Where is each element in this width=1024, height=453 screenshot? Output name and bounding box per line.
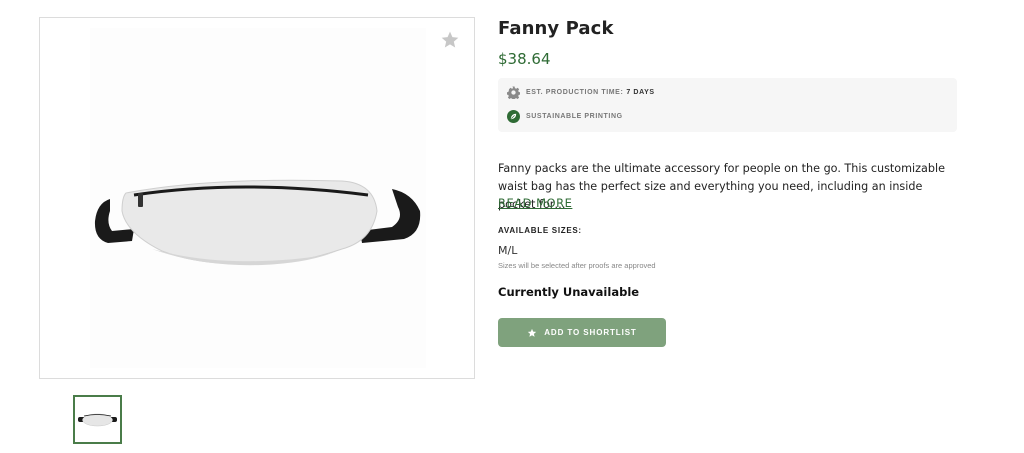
product-thumbnail[interactable]	[73, 395, 122, 444]
sustainable-printing-row: SUSTAINABLE PRINTING	[507, 109, 623, 123]
add-to-shortlist-label: ADD TO SHORTLIST	[544, 328, 637, 337]
production-time-label: EST. PRODUCTION TIME:	[526, 88, 624, 96]
product-title: Fanny Pack	[498, 18, 614, 39]
product-price: $38.64	[498, 50, 551, 68]
gear-icon	[507, 86, 520, 99]
production-time-value: 7 DAYS	[626, 88, 655, 96]
sustainable-printing-label: SUSTAINABLE PRINTING	[526, 112, 623, 120]
star-icon	[528, 328, 537, 337]
add-to-shortlist-button[interactable]: ADD TO SHORTLIST	[498, 318, 666, 347]
production-info-box: EST. PRODUCTION TIME: 7 DAYS SUSTAINABLE…	[498, 78, 957, 132]
fanny-pack-image	[94, 179, 421, 266]
production-time-row: EST. PRODUCTION TIME: 7 DAYS	[507, 85, 655, 99]
fanny-pack-thumbnail-image	[78, 413, 117, 427]
product-image-viewer	[39, 17, 475, 379]
sizes-note: Sizes will be selected after proofs are …	[498, 261, 656, 270]
available-sizes-label: AVAILABLE SIZES:	[498, 226, 582, 235]
leaf-icon	[507, 109, 520, 123]
availability-status: Currently Unavailable	[498, 285, 640, 299]
read-more-link[interactable]: READ MORE	[498, 196, 572, 210]
available-sizes-value: M/L	[498, 244, 518, 257]
favorite-star-icon[interactable]	[440, 30, 460, 50]
